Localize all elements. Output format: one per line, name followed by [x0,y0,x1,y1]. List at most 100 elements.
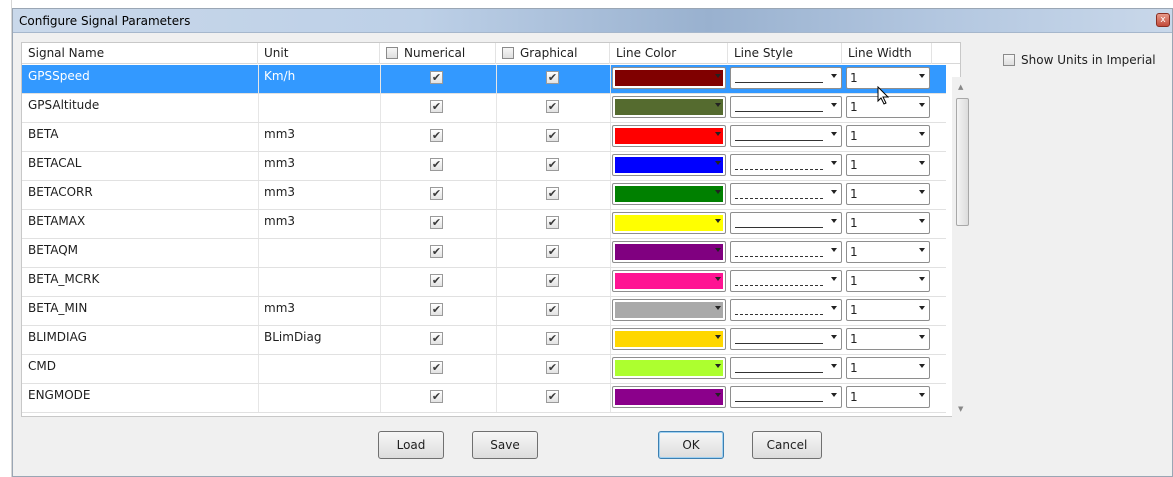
line-style-dropdown[interactable] [730,386,842,408]
graphical-checkbox[interactable]: ✔ [546,245,559,258]
graphical-checkbox[interactable]: ✔ [546,390,559,403]
show-units-imperial-checkbox[interactable] [1003,54,1015,66]
header-line-color[interactable]: Line Color [610,43,728,64]
line-style-dropdown[interactable] [730,241,842,263]
line-width-dropdown[interactable]: 1 [846,125,930,147]
numerical-checkbox[interactable]: ✔ [430,216,443,229]
numerical-checkbox[interactable]: ✔ [430,245,443,258]
line-color-dropdown[interactable] [612,241,726,263]
scroll-down-icon[interactable]: ▼ [958,405,963,413]
line-width-dropdown[interactable]: 1 [846,154,930,176]
unit-cell[interactable]: mm3 [258,152,380,181]
table-row[interactable]: CMD ✔ ✔ 1 [22,355,946,384]
graphical-checkbox[interactable]: ✔ [546,129,559,142]
graphical-checkbox[interactable]: ✔ [546,100,559,113]
header-line-style[interactable]: Line Style [728,43,842,64]
graphical-checkbox[interactable]: ✔ [546,71,559,84]
graphical-checkbox[interactable]: ✔ [546,216,559,229]
unit-cell[interactable]: mm3 [258,297,380,326]
scroll-up-icon[interactable]: ▲ [958,83,963,91]
line-width-dropdown[interactable]: 1 [846,270,930,292]
numerical-all-checkbox[interactable] [386,47,398,59]
table-row[interactable]: BETAQM ✔ ✔ 1 [22,239,946,268]
graphical-checkbox[interactable]: ✔ [546,361,559,374]
numerical-checkbox[interactable]: ✔ [430,390,443,403]
line-style-dropdown[interactable] [730,154,842,176]
line-color-dropdown[interactable] [612,299,726,321]
line-width-dropdown[interactable]: 1 [846,328,930,350]
numerical-checkbox[interactable]: ✔ [430,274,443,287]
line-color-dropdown[interactable] [612,270,726,292]
line-width-dropdown[interactable]: 1 [846,241,930,263]
line-width-dropdown[interactable]: 1 [846,212,930,234]
table-row[interactable]: ENGMODE ✔ ✔ 1 [22,384,946,413]
table-row[interactable]: GPSSpeed Km/h ✔ ✔ 1 [22,65,946,94]
line-color-dropdown[interactable] [612,357,726,379]
line-style-dropdown[interactable] [730,67,842,89]
numerical-checkbox[interactable]: ✔ [430,187,443,200]
table-row[interactable]: BETA_MCRK ✔ ✔ 1 [22,268,946,297]
graphical-checkbox[interactable]: ✔ [546,274,559,287]
graphical-all-checkbox[interactable] [502,47,514,59]
numerical-checkbox[interactable]: ✔ [430,100,443,113]
unit-cell[interactable]: mm3 [258,123,380,152]
table-row[interactable]: BLIMDIAG BLimDiag ✔ ✔ 1 [22,326,946,355]
line-color-dropdown[interactable] [612,96,726,118]
line-color-dropdown[interactable] [612,212,726,234]
unit-cell[interactable]: BLimDiag [258,326,380,355]
line-color-dropdown[interactable] [612,125,726,147]
line-color-dropdown[interactable] [612,183,726,205]
ok-button[interactable]: OK [658,431,724,459]
numerical-checkbox[interactable]: ✔ [430,71,443,84]
line-color-dropdown[interactable] [612,328,726,350]
show-units-imperial[interactable]: Show Units in Imperial [1003,53,1156,67]
table-row[interactable]: BETA_MIN mm3 ✔ ✔ 1 [22,297,946,326]
close-icon[interactable]: x [1156,13,1170,27]
line-style-dropdown[interactable] [730,270,842,292]
line-width-dropdown[interactable]: 1 [846,299,930,321]
unit-cell[interactable] [258,384,380,413]
save-button[interactable]: Save [472,431,538,459]
line-style-dropdown[interactable] [730,299,842,321]
graphical-checkbox[interactable]: ✔ [546,158,559,171]
numerical-checkbox[interactable]: ✔ [430,303,443,316]
table-row[interactable]: BETACORR mm3 ✔ ✔ 1 [22,181,946,210]
unit-cell[interactable]: Km/h [258,65,380,94]
line-style-dropdown[interactable] [730,328,842,350]
line-style-dropdown[interactable] [730,96,842,118]
header-signal-name[interactable]: Signal Name [22,43,258,64]
line-color-dropdown[interactable] [612,67,726,89]
line-color-dropdown[interactable] [612,386,726,408]
numerical-checkbox[interactable]: ✔ [430,332,443,345]
unit-cell[interactable] [258,268,380,297]
line-style-dropdown[interactable] [730,125,842,147]
unit-cell[interactable]: mm3 [258,181,380,210]
line-width-dropdown[interactable]: 1 [846,386,930,408]
graphical-checkbox[interactable]: ✔ [546,303,559,316]
unit-cell[interactable]: mm3 [258,210,380,239]
numerical-checkbox[interactable]: ✔ [430,158,443,171]
table-row[interactable]: BETA mm3 ✔ ✔ 1 [22,123,946,152]
table-row[interactable]: BETAMAX mm3 ✔ ✔ 1 [22,210,946,239]
graphical-checkbox[interactable]: ✔ [546,332,559,345]
unit-cell[interactable] [258,94,380,123]
line-style-dropdown[interactable] [730,212,842,234]
line-width-dropdown[interactable]: 1 [846,357,930,379]
header-unit[interactable]: Unit [258,43,380,64]
table-row[interactable]: BETACAL mm3 ✔ ✔ 1 [22,152,946,181]
numerical-checkbox[interactable]: ✔ [430,129,443,142]
line-color-dropdown[interactable] [612,154,726,176]
graphical-checkbox[interactable]: ✔ [546,187,559,200]
load-button[interactable]: Load [378,431,444,459]
header-graphical[interactable]: Graphical [496,43,610,64]
cancel-button[interactable]: Cancel [752,431,822,459]
table-row[interactable]: GPSAltitude ✔ ✔ 1 [22,94,946,123]
header-line-width[interactable]: Line Width [842,43,932,64]
unit-cell[interactable] [258,239,380,268]
unit-cell[interactable] [258,355,380,384]
header-numerical[interactable]: Numerical [380,43,496,64]
line-width-dropdown[interactable]: 1 [846,183,930,205]
numerical-checkbox[interactable]: ✔ [430,361,443,374]
scrollbar-thumb[interactable] [956,98,969,226]
line-style-dropdown[interactable] [730,183,842,205]
